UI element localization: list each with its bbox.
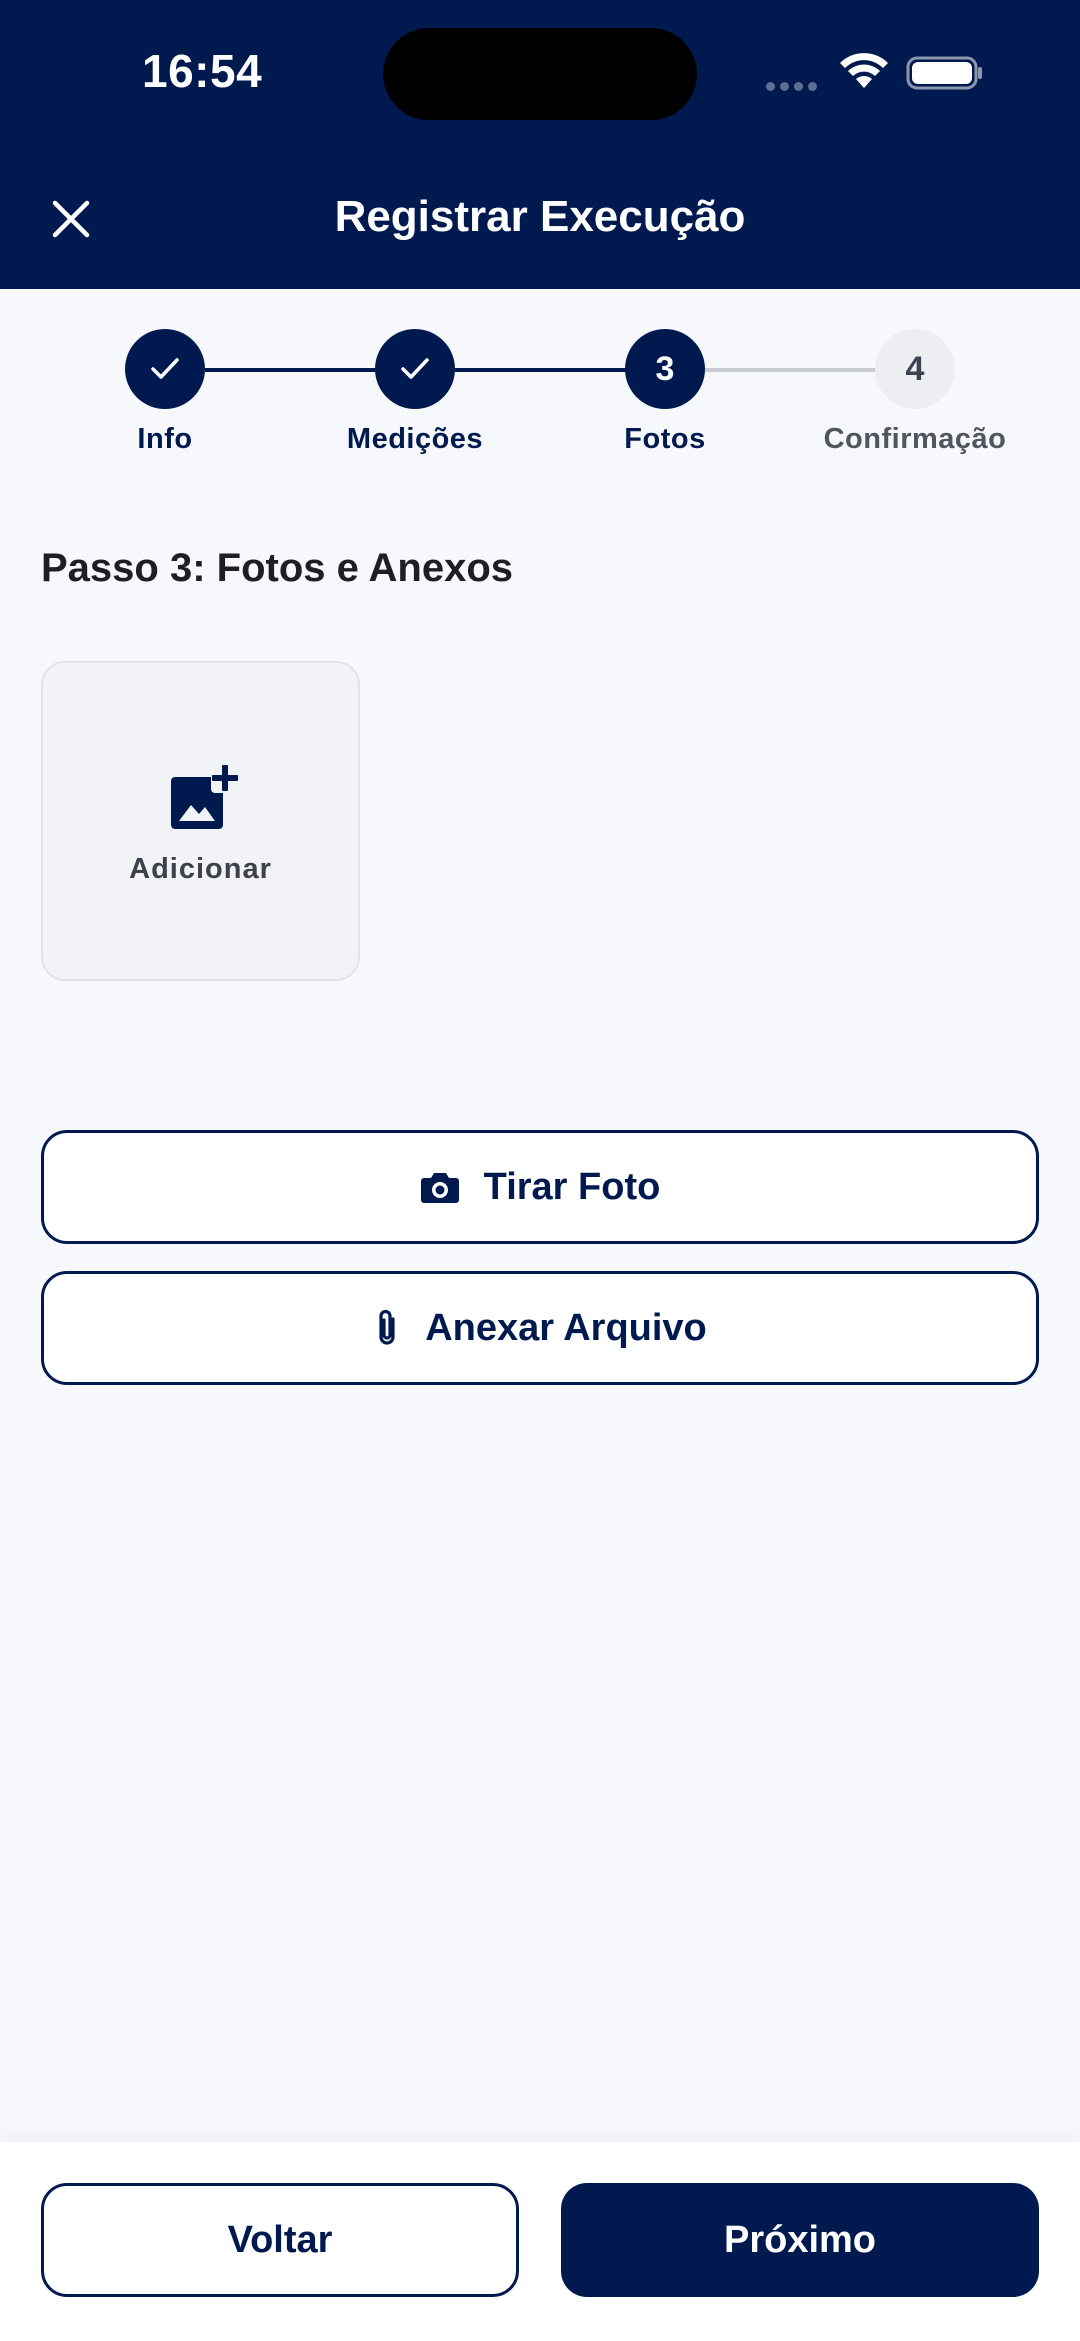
check-icon	[401, 358, 429, 379]
attach-file-label: Anexar Arquivo	[425, 1306, 707, 1349]
add-photo-label: Adicionar	[129, 853, 272, 885]
step-connector-1	[205, 368, 376, 372]
app-header: 16:54 Registrar Execução	[0, 0, 1080, 289]
step-connector-3	[705, 368, 876, 372]
step-4-label: Confirmação	[823, 423, 1007, 455]
step-4-circle: 4	[875, 329, 955, 409]
bottom-action-bar: Voltar Próximo	[0, 2142, 1080, 2341]
step-2-circle	[375, 329, 455, 409]
section-title: Passo 3: Fotos e Anexos	[41, 546, 513, 590]
page-title: Registrar Execução	[334, 192, 746, 241]
wifi-icon	[840, 53, 888, 88]
add-photo-tile[interactable]: Adicionar	[41, 661, 360, 981]
step-1-label: Info	[137, 423, 193, 455]
add-photo-icon	[171, 765, 238, 829]
step-2-label: Medições	[346, 423, 484, 455]
take-photo-label: Tirar Foto	[483, 1165, 661, 1208]
check-icon	[151, 358, 179, 379]
step-1-circle	[125, 329, 205, 409]
step-connector-2	[455, 368, 626, 372]
cellular-signal-icon	[766, 78, 822, 91]
next-button[interactable]: Próximo	[561, 2183, 1039, 2297]
screen: 16:54 Registrar Execução 3 4 Info Mediçõ…	[0, 0, 1080, 2341]
camera-icon	[420, 1173, 459, 1203]
dynamic-island	[383, 28, 697, 120]
progress-stepper: 3 4 Info Medições Fotos Confirmação	[0, 289, 1080, 479]
battery-icon	[906, 56, 982, 90]
take-photo-button[interactable]: Tirar Foto	[41, 1130, 1039, 1244]
attach-file-button[interactable]: Anexar Arquivo	[41, 1271, 1039, 1385]
back-button[interactable]: Voltar	[41, 2183, 519, 2297]
step-3-label: Fotos	[624, 423, 706, 455]
step-3-circle: 3	[625, 329, 705, 409]
paperclip-icon	[379, 1309, 395, 1345]
status-time: 16:54	[142, 45, 263, 97]
